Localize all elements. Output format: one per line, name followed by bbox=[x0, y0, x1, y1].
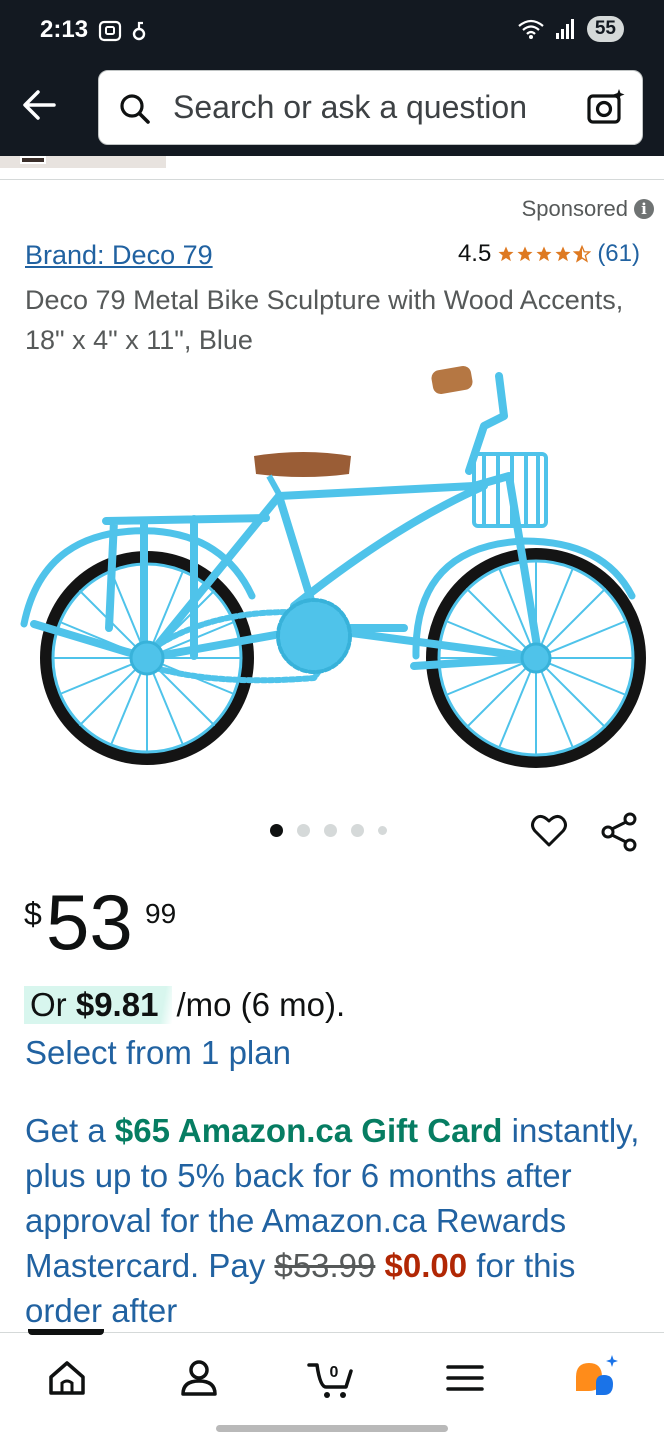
status-time: 2:13 bbox=[40, 16, 89, 43]
price-fraction: 99 bbox=[145, 898, 177, 929]
image-pager[interactable] bbox=[270, 824, 387, 837]
installment-offer: Or $9.81 /mo (6 mo). bbox=[24, 986, 345, 1024]
rating-value: 4.5 bbox=[457, 240, 492, 267]
sponsored-label[interactable]: Sponsored i bbox=[522, 196, 654, 222]
rating-count[interactable]: (61) bbox=[597, 240, 640, 268]
installment-prefix: Or bbox=[30, 986, 67, 1023]
pager-dot[interactable] bbox=[351, 824, 364, 837]
home-icon[interactable] bbox=[42, 1353, 92, 1403]
gesture-bar bbox=[216, 1425, 448, 1432]
pager-dot[interactable] bbox=[378, 826, 387, 835]
status-bar: 2:13 55 bbox=[0, 0, 664, 60]
share-icon[interactable] bbox=[600, 812, 638, 852]
promo-old-price: $53.99 bbox=[274, 1247, 376, 1284]
price-symbol: $ bbox=[24, 896, 42, 932]
star-half-icon bbox=[573, 245, 592, 263]
brand-link[interactable]: Brand: Deco 79 bbox=[25, 240, 213, 271]
pager-dot[interactable] bbox=[270, 824, 283, 837]
star-full-icon bbox=[536, 246, 552, 262]
search-input[interactable]: Search or ask a question bbox=[98, 70, 643, 145]
product-image[interactable] bbox=[14, 356, 654, 776]
cart-icon[interactable]: 0 bbox=[306, 1353, 356, 1403]
wishlist-heart-icon[interactable] bbox=[530, 812, 568, 850]
back-arrow-icon[interactable] bbox=[20, 86, 58, 124]
rating[interactable]: 4.5 (61) bbox=[458, 240, 640, 268]
price-whole: 53 bbox=[46, 878, 133, 966]
promo-new-price: $0.00 bbox=[384, 1247, 468, 1284]
star-full-icon bbox=[555, 246, 571, 262]
search-placeholder: Search or ask a question bbox=[173, 89, 527, 125]
installment-highlight: Or $9.81 bbox=[24, 986, 173, 1024]
select-plan-link[interactable]: Select from 1 plan bbox=[25, 1034, 291, 1072]
rating-stars bbox=[497, 245, 592, 263]
previous-result-strip bbox=[0, 156, 664, 180]
pager-dot[interactable] bbox=[324, 824, 337, 837]
star-full-icon bbox=[517, 246, 533, 262]
installment-amount: $9.81 bbox=[75, 986, 159, 1023]
promo-gift-card: $65 Amazon.ca Gift Card bbox=[114, 1112, 503, 1149]
top-bar: Search or ask a question bbox=[0, 60, 664, 156]
alarm-icon bbox=[132, 21, 146, 41]
account-icon[interactable] bbox=[174, 1353, 224, 1403]
camera-search-icon[interactable] bbox=[586, 87, 626, 127]
nav-active-indicator bbox=[28, 1329, 104, 1335]
battery-indicator: 55 bbox=[586, 16, 624, 42]
menu-icon[interactable] bbox=[440, 1353, 490, 1403]
info-icon[interactable]: i bbox=[634, 199, 654, 219]
search-icon bbox=[120, 94, 150, 124]
pager-dot[interactable] bbox=[297, 824, 310, 837]
signal-icon bbox=[555, 19, 574, 39]
bottom-nav: 0 bbox=[0, 1329, 664, 1440]
previous-result-thumbnail[interactable] bbox=[0, 156, 166, 168]
status-icons-right: 55 bbox=[517, 16, 624, 42]
product-title[interactable]: Deco 79 Metal Bike Sculpture with Wood A… bbox=[25, 280, 645, 360]
cart-count: 0 bbox=[330, 1364, 339, 1381]
screenshot-icon bbox=[98, 20, 122, 42]
sponsored-text: Sponsored bbox=[521, 196, 628, 221]
status-icons-left bbox=[98, 18, 146, 44]
wifi-icon bbox=[518, 19, 544, 39]
promo-text-1: Get a bbox=[25, 1112, 115, 1149]
rufus-icon[interactable] bbox=[572, 1353, 622, 1403]
installment-suffix: /mo (6 mo). bbox=[176, 986, 346, 1023]
credit-card-promo[interactable]: Get a $65 Amazon.ca Gift Card instantly,… bbox=[25, 1108, 645, 1333]
star-full-icon bbox=[498, 246, 514, 262]
